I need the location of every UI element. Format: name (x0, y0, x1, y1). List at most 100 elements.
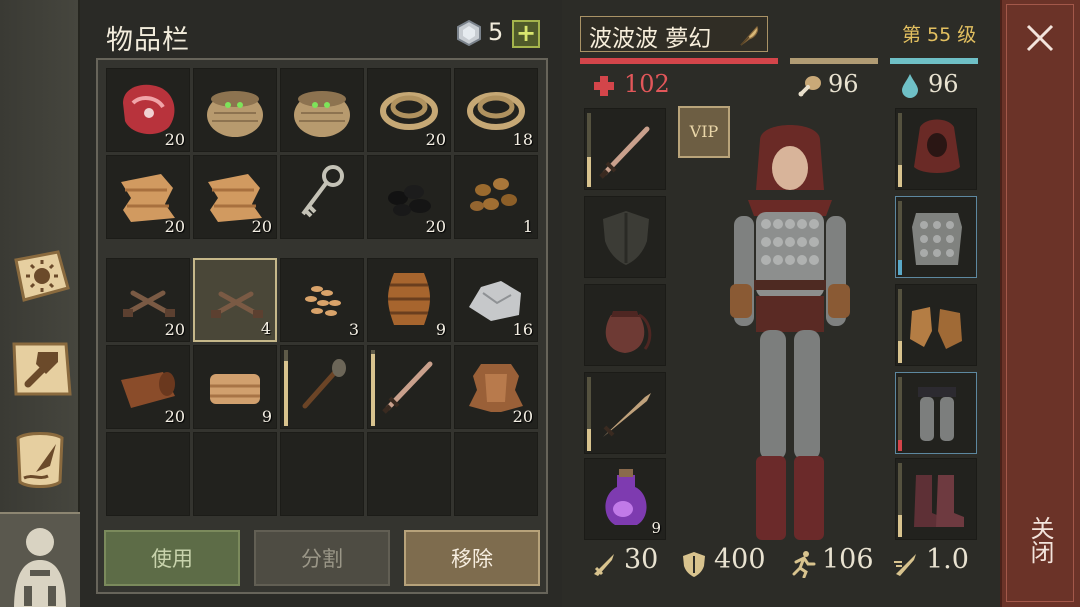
speed-value: 106 (822, 544, 874, 575)
weapon-slot[interactable] (584, 108, 666, 190)
bag-slot[interactable] (584, 284, 666, 366)
inventory-grid-bottom: 20 4 3 9 16 20 9 20 (106, 258, 538, 516)
inventory-slot[interactable] (280, 345, 364, 429)
inventory-slot[interactable] (193, 432, 277, 516)
consumable-slot[interactable]: 9 (584, 458, 666, 540)
food-value: 96 (828, 70, 859, 98)
inventory-slot[interactable]: 1 (454, 155, 538, 239)
level-label: 第 55 级 (902, 24, 977, 46)
chest-armor-icon (912, 213, 962, 265)
remove-button[interactable]: 移除 (404, 530, 540, 586)
leg-armor-icon (918, 387, 956, 441)
inventory-slot[interactable] (280, 432, 364, 516)
water-value: 96 (928, 70, 959, 98)
item-count: 9 (261, 407, 272, 426)
inventory-panel: 20 20 18 20 20 20 1 20 4 3 9 16 20 9 20 (96, 58, 548, 594)
character-model (730, 125, 850, 540)
inventory-slot[interactable]: 20 (454, 345, 538, 429)
inventory-title: 物品栏 (106, 25, 190, 56)
quest-scroll-icon[interactable] (6, 424, 76, 494)
character-silhouette-icon (14, 528, 66, 607)
sword-icon (599, 126, 650, 179)
health-value: 102 (624, 70, 670, 98)
attack-speed-icon (894, 554, 916, 576)
seeds-icon (305, 286, 341, 316)
rename-quill-icon[interactable] (737, 23, 761, 47)
legs-slot[interactable] (895, 372, 977, 454)
inventory-slot[interactable]: 9 (193, 345, 277, 429)
inventory-slot[interactable] (106, 432, 190, 516)
torch-icon (302, 359, 346, 409)
key-icon (301, 165, 344, 218)
inventory-slot[interactable]: 20 (367, 155, 451, 239)
inventory-slot[interactable]: 20 (106, 345, 190, 429)
character-tab[interactable] (0, 512, 80, 607)
close-button-label[interactable]: 关闭 (1026, 516, 1054, 564)
inventory-grid-top: 20 20 18 20 20 20 1 (106, 68, 538, 239)
inventory-slot[interactable] (367, 345, 451, 429)
close-icon[interactable] (1022, 20, 1058, 56)
hands-slot[interactable] (895, 284, 977, 366)
shield-placeholder-icon (603, 211, 649, 265)
item-count: 20 (425, 217, 446, 236)
health-cross-icon (594, 76, 614, 96)
inventory-slot[interactable]: 20 (193, 155, 277, 239)
boots-icon (914, 475, 964, 527)
armor-shield-icon (683, 552, 705, 577)
inventory-slot[interactable]: 3 (280, 258, 364, 342)
build-hammer-icon[interactable] (6, 334, 76, 404)
head-slot[interactable] (895, 108, 977, 190)
inventory-slot[interactable]: 18 (454, 68, 538, 152)
character-name-box: 波波波 夢幻 (580, 16, 768, 52)
secondary-weapon-slot[interactable] (584, 372, 666, 454)
water-bar (890, 58, 978, 64)
item-count: 4 (260, 319, 271, 338)
item-count: 1 (522, 217, 533, 236)
use-button[interactable]: 使用 (104, 530, 240, 586)
nuts-icon (470, 178, 517, 211)
feet-slot[interactable] (895, 458, 977, 540)
close-panel-border (1006, 4, 1074, 602)
barrel-icon (388, 273, 430, 325)
basket-icon (294, 91, 350, 137)
item-count: 20 (251, 217, 272, 236)
inventory-slot[interactable]: 4 (193, 258, 277, 342)
inventory-slot[interactable] (367, 432, 451, 516)
item-count: 20 (425, 130, 446, 149)
inventory-slot[interactable] (193, 68, 277, 152)
character-name: 波波波 夢幻 (589, 26, 712, 52)
water-drop-icon (902, 74, 918, 98)
item-count: 20 (164, 407, 185, 426)
inventory-slot[interactable]: 20 (367, 68, 451, 152)
gloves-icon (910, 307, 962, 349)
split-button[interactable]: 分割 (254, 530, 390, 586)
item-count: 20 (164, 320, 185, 339)
item-count: 9 (651, 519, 661, 537)
chest-slot[interactable] (895, 196, 977, 278)
crafting-book-icon[interactable] (6, 242, 76, 312)
item-count: 9 (435, 320, 446, 339)
food-drumstick-icon (798, 76, 821, 97)
inventory-slot[interactable]: 20 (106, 155, 190, 239)
item-count: 3 (348, 320, 359, 339)
inventory-slot[interactable] (454, 432, 538, 516)
item-count: 16 (512, 320, 533, 339)
item-count: 20 (164, 217, 185, 236)
inventory-slot[interactable]: 20 (106, 258, 190, 342)
folded-leather-icon (210, 374, 260, 404)
item-count: 20 (164, 130, 185, 149)
inventory-slot[interactable] (280, 155, 364, 239)
armor-value: 400 (714, 544, 766, 575)
inventory-slot[interactable] (280, 68, 364, 152)
shield-slot[interactable] (584, 196, 666, 278)
inventory-slot[interactable]: 9 (367, 258, 451, 342)
item-count: 20 (512, 407, 533, 426)
hood-icon (914, 119, 960, 173)
gem-count: 5 (488, 18, 504, 46)
attack-value: 30 (624, 544, 659, 575)
inventory-slot[interactable]: 20 (106, 68, 190, 152)
short-sword-icon (603, 393, 651, 437)
add-gems-button[interactable]: + (512, 20, 540, 48)
inventory-slot[interactable]: 16 (454, 258, 538, 342)
item-count: 18 (512, 130, 533, 149)
